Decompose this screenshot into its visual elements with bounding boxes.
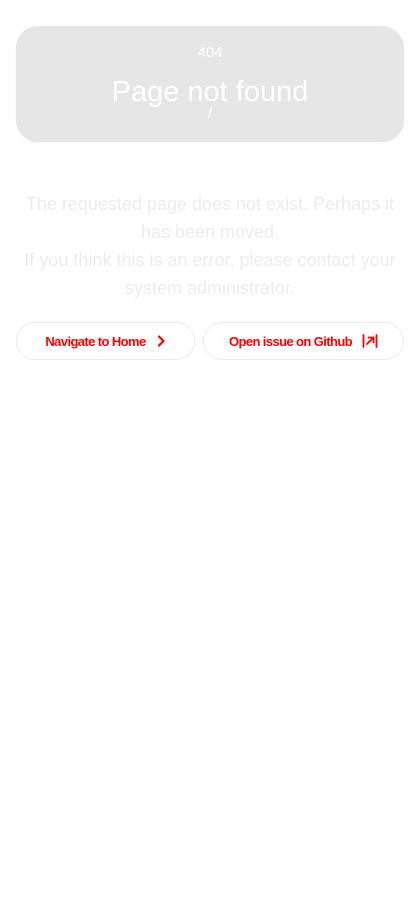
- requested-path: /: [207, 105, 213, 122]
- open-github-issue-label: Open issue on Github: [228, 333, 353, 349]
- navigate-home-label: Navigate to Home: [45, 333, 146, 349]
- error-message-contact-admin: If you think this is an error, please co…: [24, 250, 396, 298]
- open-github-issue-button[interactable]: Open issue on Github: [203, 322, 404, 360]
- external-link-icon: [362, 334, 378, 348]
- error-message-moved: The requested page does not exist. Perha…: [25, 194, 395, 242]
- error-page: 404 Page not found / The requested page …: [0, 0, 420, 920]
- error-code: 404: [197, 44, 223, 61]
- page-title: Page not found: [111, 76, 309, 108]
- chevron-right-icon: [156, 335, 166, 347]
- navigate-home-button[interactable]: Navigate to Home: [16, 322, 195, 360]
- error-card: 404 Page not found /: [16, 26, 404, 142]
